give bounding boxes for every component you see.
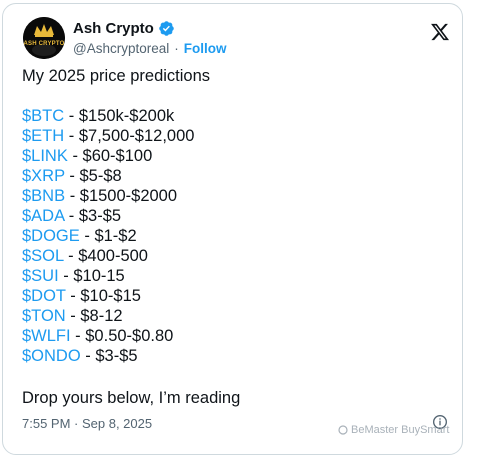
cashtag-link[interactable]: $ETH xyxy=(22,127,64,145)
cashtag-link[interactable]: $LINK xyxy=(22,147,68,165)
handle-row: @Ashcryptoreal · Follow xyxy=(73,41,227,56)
prediction-range: - $10-$15 xyxy=(65,287,141,305)
prediction-range: - $1-$2 xyxy=(79,227,137,245)
watermark-logo-icon xyxy=(338,425,348,435)
prediction-line: $SOL - $400-500 xyxy=(22,246,442,266)
author-name-row[interactable]: Ash Crypto xyxy=(73,18,175,38)
watermark-text: BeMaster BuySmart xyxy=(351,424,450,436)
prediction-line: $ADA - $3-$5 xyxy=(22,206,442,226)
cashtag-link[interactable]: $ADA xyxy=(22,207,64,225)
prediction-range: - $7,500-$12,000 xyxy=(64,127,195,145)
cashtag-link[interactable]: $XRP xyxy=(22,167,65,185)
prediction-range: - $1500-$2000 xyxy=(65,187,178,205)
prediction-line: $BNB - $1500-$2000 xyxy=(22,186,442,206)
prediction-line: $ETH - $7,500-$12,000 xyxy=(22,126,442,146)
predictions-list: $BTC - $150k-$200k $ETH - $7,500-$12,000 $… xyxy=(22,106,442,366)
watermark: BeMaster BuySmart xyxy=(338,424,449,436)
prediction-line: $XRP - $5-$8 xyxy=(22,166,442,186)
prediction-range: - $400-500 xyxy=(63,247,148,265)
cashtag-link[interactable]: $SOL xyxy=(22,247,64,265)
prediction-range: - $10-15 xyxy=(58,267,125,285)
cashtag-link[interactable]: $ONDO xyxy=(22,347,81,365)
tweet-timestamp[interactable]: 7:55 PM · Sep 8, 2025 xyxy=(22,416,152,431)
prediction-line: $TON - $8-12 xyxy=(22,306,442,326)
tweet-text: My 2025 price predictions $BTC - $150k-$… xyxy=(22,66,442,366)
prediction-range: - $3-$5 xyxy=(80,347,138,365)
prediction-range: - $3-$5 xyxy=(64,207,122,225)
separator-dot: · xyxy=(174,41,179,56)
prediction-line: $SUI - $10-15 xyxy=(22,266,442,286)
follow-button[interactable]: Follow xyxy=(184,41,227,56)
display-name[interactable]: Ash Crypto xyxy=(73,20,154,37)
cashtag-link[interactable]: $TON xyxy=(22,307,66,325)
cashtag-link[interactable]: $SUI xyxy=(22,267,59,285)
author-handle[interactable]: @Ashcryptoreal xyxy=(73,41,169,56)
cashtag-link[interactable]: $DOGE xyxy=(22,227,80,245)
cashtag-link[interactable]: $DOT xyxy=(22,287,66,305)
tweet-intro: My 2025 price predictions xyxy=(22,67,211,85)
avatar[interactable]: ASH CRYPTO xyxy=(23,17,65,59)
prediction-range: - $8-12 xyxy=(65,307,123,325)
cashtag-link[interactable]: $BNB xyxy=(22,187,65,205)
prediction-range: - $60-$100 xyxy=(67,147,153,165)
prediction-range: - $0.50-$0.80 xyxy=(70,327,174,345)
cashtag-link[interactable]: $WLFI xyxy=(22,327,71,345)
avatar-image xyxy=(23,17,65,59)
verified-badge-icon xyxy=(159,20,174,36)
prediction-line: $LINK - $60-$100 xyxy=(22,146,442,166)
prediction-line: $BTC - $150k-$200k xyxy=(22,106,442,126)
prediction-line: $WLFI - $0.50-$0.80 xyxy=(22,326,442,346)
x-logo-icon[interactable] xyxy=(430,22,450,42)
tweet-outro: Drop yours below, I’m reading xyxy=(22,389,241,407)
prediction-range: - $150k-$200k xyxy=(64,107,175,125)
prediction-line: $DOGE - $1-$2 xyxy=(22,226,442,246)
cashtag-link[interactable]: $BTC xyxy=(22,107,64,125)
prediction-line: $ONDO - $3-$5 xyxy=(22,346,442,366)
avatar-logo-text: ASH CRYPTO xyxy=(23,41,65,47)
prediction-range: - $5-$8 xyxy=(64,167,122,185)
prediction-line: $DOT - $10-$15 xyxy=(22,286,442,306)
